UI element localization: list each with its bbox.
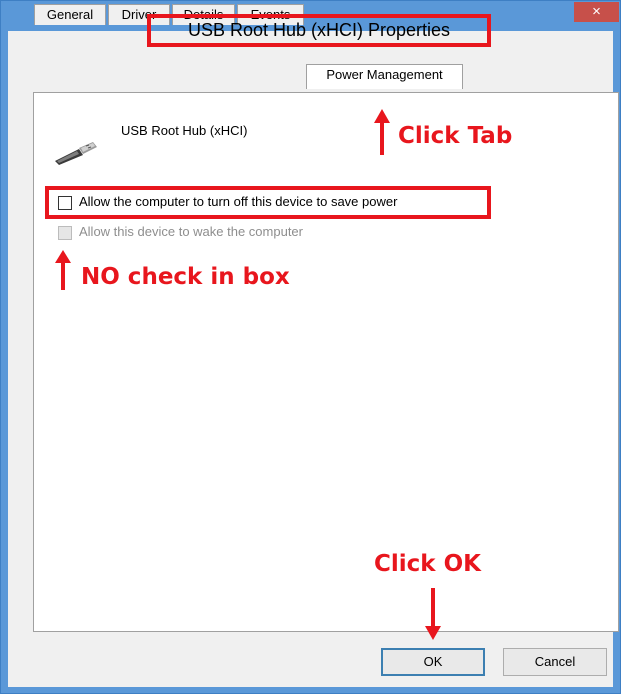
allow-wake-checkbox [58,226,72,240]
title-highlight-box: USB Root Hub (xHCI) Properties [147,14,491,47]
device-name: USB Root Hub (xHCI) [121,123,248,138]
checkbox-arrow-icon [55,250,71,290]
close-button[interactable]: × [574,2,619,22]
ok-arrow-icon [425,588,441,640]
tab-general[interactable]: General [34,4,106,25]
ok-button[interactable]: OK [381,648,485,676]
no-check-annotation: NO check in box [81,264,290,290]
click-ok-annotation: Click OK [374,551,481,577]
tab-arrow-icon [374,109,390,155]
tab-content-panel [33,92,619,632]
click-tab-annotation: Click Tab [398,123,513,149]
allow-wake-label: Allow this device to wake the computer [79,224,303,239]
tab-power-management[interactable]: Power Management [306,64,463,89]
usb-cable-icon [55,142,97,165]
cancel-button[interactable]: Cancel [503,648,607,676]
window-title: USB Root Hub (xHCI) Properties [187,20,451,40]
properties-window: × General Driver Details Events Power Ma… [0,0,621,694]
checkbox-highlight-box [45,186,491,219]
